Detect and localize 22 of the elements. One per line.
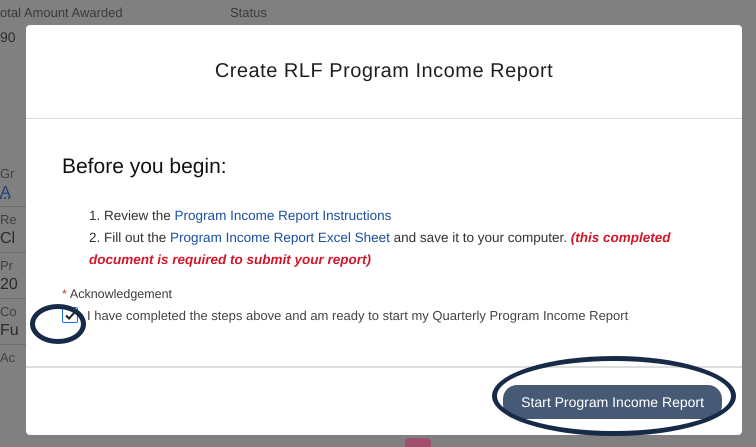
highlight-ellipse bbox=[30, 304, 86, 344]
section-heading: Before you begin: bbox=[62, 155, 228, 179]
field-label: Pr bbox=[0, 258, 14, 273]
dialog-title: Create RLF Program Income Report bbox=[214, 60, 554, 83]
column-header: otal Amount Awarded bbox=[0, 5, 124, 20]
instruction-link[interactable]: Program Income Report Excel Sheet bbox=[170, 230, 390, 245]
instruction-step: 2. Fill out the Program Income Report Excel Sheet and save it to your computer. (this completed document is required to submit your report) bbox=[89, 227, 706, 271]
start-report-button[interactable]: Start Program Income Report bbox=[503, 384, 722, 418]
field-label: Re bbox=[0, 212, 18, 227]
instruction-link[interactable]: Program Income Report Instructions bbox=[174, 208, 392, 223]
acknowledgement-label: * Acknowledgement bbox=[62, 287, 174, 301]
amount-value: 90 bbox=[0, 29, 17, 45]
field-label: Gr bbox=[0, 166, 16, 181]
column-header: Status bbox=[230, 5, 267, 20]
field-label: Ac bbox=[0, 350, 16, 365]
check-icon bbox=[64, 310, 76, 320]
acknowledgement-text: I have completed the steps above and am ready to start my Quarterly Program Income Report bbox=[87, 308, 628, 322]
field-value: Cl bbox=[0, 230, 16, 248]
instruction-step: 1. Review the Program Income Report Instructions bbox=[89, 205, 706, 227]
field-label: Co bbox=[0, 304, 18, 319]
field-value: Fu bbox=[0, 322, 20, 340]
field-value: 20 bbox=[0, 276, 19, 294]
